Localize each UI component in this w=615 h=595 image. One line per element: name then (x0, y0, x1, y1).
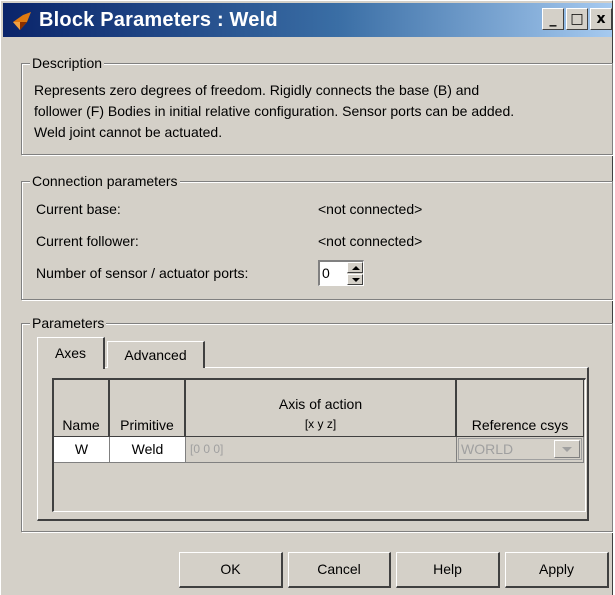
description-group: Description Represents zero degrees of f… (21, 54, 613, 155)
ok-button[interactable]: OK (179, 552, 283, 588)
ports-stepper[interactable]: 0 (318, 260, 364, 286)
header-primitive-label: Primitive (120, 417, 174, 433)
arrow-down-icon (352, 278, 360, 282)
cell-axis[interactable]: [0 0 0] (186, 437, 457, 463)
ref-select-dropdown-button[interactable] (554, 440, 580, 458)
current-base-value: <not connected> (318, 201, 423, 217)
spin-buttons (347, 262, 363, 285)
current-follower-label: Current follower: (36, 233, 139, 249)
description-line: Weld joint cannot be actuated. (34, 124, 223, 140)
cell-ref-select[interactable]: WORLD (457, 437, 584, 463)
tab-advanced-label: Advanced (124, 347, 187, 363)
description-text: Represents zero degrees of freedom. Rigi… (34, 80, 604, 143)
minimize-button[interactable]: _ (542, 8, 564, 30)
arrow-up-icon (352, 266, 360, 270)
cell-name[interactable]: W (54, 437, 110, 463)
description-title: Description (30, 54, 105, 72)
title-bar[interactable]: Block Parameters : Weld _ □ x (3, 3, 612, 37)
description-line: follower (F) Bodies in initial relative … (34, 103, 515, 119)
window-title: Block Parameters : Weld (39, 9, 278, 31)
close-button[interactable]: x (590, 8, 612, 30)
tab-axes-label: Axes (54, 345, 87, 361)
header-ref-label: Reference csys (471, 417, 569, 433)
axes-table: Name Primitive Axis of action [x y z] Re… (52, 378, 586, 512)
apply-button[interactable]: Apply (505, 552, 609, 588)
header-ref: Reference csys (457, 380, 584, 437)
header-name-label: Name (62, 417, 100, 433)
description-line: Represents zero degrees of freedom. Rigi… (34, 82, 480, 98)
header-primitive: Primitive (110, 380, 186, 437)
ports-value[interactable]: 0 (322, 264, 330, 282)
ref-select-value: WORLD (461, 441, 514, 457)
tab-advanced[interactable]: Advanced (107, 341, 205, 368)
current-follower-value: <not connected> (318, 233, 423, 249)
parameters-title: Parameters (30, 314, 107, 332)
ref-select-box: WORLD (458, 438, 582, 460)
help-button[interactable]: Help (396, 552, 500, 588)
header-name: Name (54, 380, 110, 437)
chevron-down-icon (562, 447, 572, 452)
simmechanics-block-icon (13, 12, 31, 30)
cancel-button[interactable]: Cancel (288, 552, 391, 588)
cell-primitive[interactable]: Weld (110, 437, 186, 463)
dialog-window: Block Parameters : Weld _ □ x Descriptio… (0, 0, 613, 595)
tab-axes[interactable]: Axes (37, 337, 105, 369)
spin-down-button[interactable] (347, 274, 363, 285)
connection-title: Connection parameters (30, 172, 180, 190)
ports-label: Number of sensor / actuator ports: (36, 265, 249, 281)
header-axis: Axis of action [x y z] (186, 380, 457, 437)
header-axis-label: Axis of action (278, 396, 363, 412)
spin-up-button[interactable] (347, 262, 363, 273)
header-axis-sublabel: [x y z] (304, 417, 337, 431)
current-base-label: Current base: (36, 201, 121, 217)
maximize-button[interactable]: □ (566, 8, 588, 30)
